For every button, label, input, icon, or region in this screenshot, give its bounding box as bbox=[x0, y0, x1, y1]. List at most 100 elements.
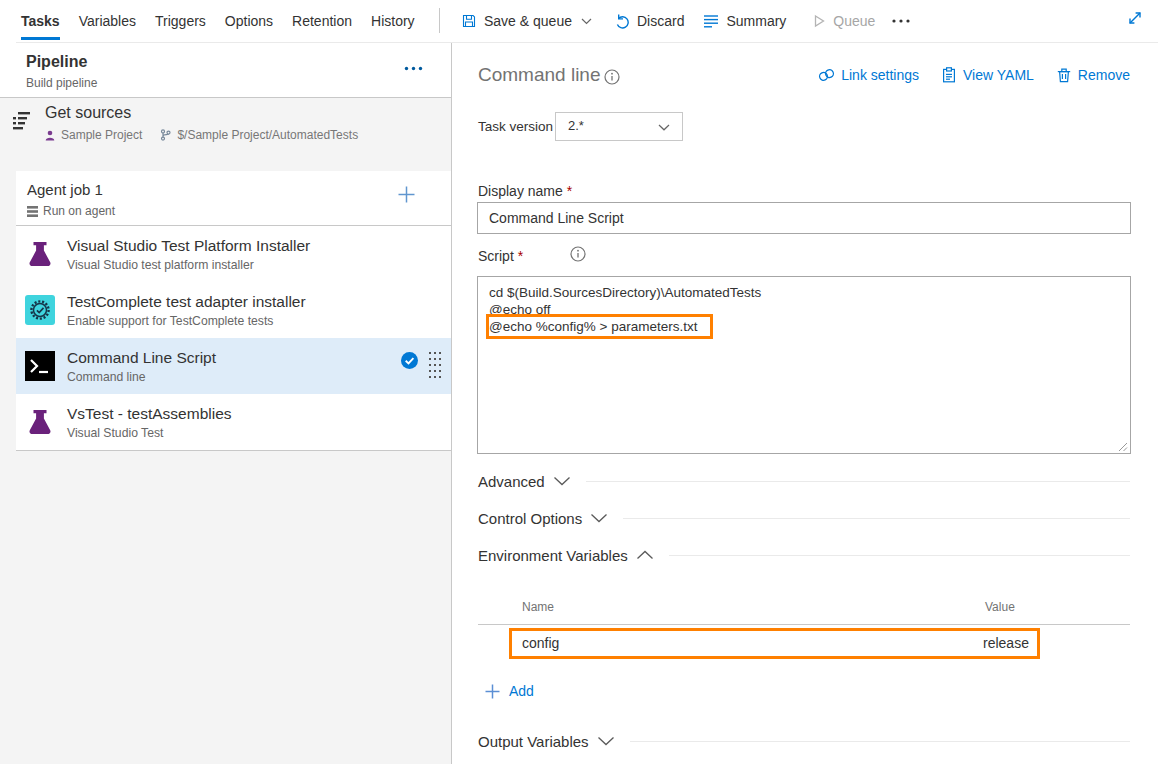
vs-test-flask-icon bbox=[25, 407, 55, 437]
get-sources-project: Sample Project bbox=[61, 128, 142, 142]
textarea-resize-handle[interactable] bbox=[1116, 440, 1128, 452]
tab-tasks-label: Tasks bbox=[21, 13, 60, 29]
agent-icon bbox=[27, 206, 38, 217]
dropdown-chevron-icon bbox=[658, 124, 670, 131]
undo-icon bbox=[614, 13, 630, 29]
display-name-input[interactable]: Command Line Script bbox=[477, 202, 1131, 234]
required-asterisk: * bbox=[518, 248, 523, 264]
toolbar-separator bbox=[439, 8, 440, 33]
env-variable-row-annotation: config release bbox=[509, 628, 1040, 659]
tab-tasks[interactable]: Tasks bbox=[21, 0, 60, 42]
get-sources-icon bbox=[12, 110, 32, 130]
drag-handle-icon[interactable] bbox=[429, 351, 441, 379]
link-settings-button[interactable]: Link settings bbox=[818, 67, 919, 83]
project-icon bbox=[45, 130, 55, 141]
save-queue-button[interactable]: Save & queue bbox=[461, 13, 592, 29]
task-title: VsTest - testAssemblies bbox=[67, 405, 232, 423]
get-sources-details: Sample Project $/Sample Project/Automate… bbox=[45, 128, 358, 142]
tab-variables-label: Variables bbox=[79, 13, 136, 29]
save-queue-chevron-icon bbox=[581, 18, 592, 25]
agent-job-header[interactable]: Agent job 1 Run on agent bbox=[16, 171, 451, 226]
more-actions-icon[interactable] bbox=[891, 18, 911, 24]
queue-button[interactable]: Queue bbox=[812, 13, 875, 29]
tab-variables[interactable]: Variables bbox=[79, 0, 136, 42]
required-asterisk: * bbox=[567, 183, 572, 199]
add-variable-label: Add bbox=[509, 683, 534, 699]
discard-button[interactable]: Discard bbox=[614, 13, 684, 29]
task-row-vstest-platform-installer[interactable]: Visual Studio Test Platform Installer Vi… bbox=[16, 226, 451, 282]
task-subtitle: Visual Studio test platform installer bbox=[67, 258, 254, 272]
task-settings-panel: Command line Link settings View YAML Rem… bbox=[452, 43, 1174, 764]
script-label-text: Script bbox=[478, 248, 514, 264]
task-row-testcomplete-adapter[interactable]: TestComplete test adapter installer Enab… bbox=[16, 282, 451, 338]
pipeline-header: Pipeline Build pipeline bbox=[0, 43, 451, 98]
add-variable-button[interactable]: Add bbox=[485, 683, 534, 699]
script-textarea[interactable]: cd $(Build.SourcesDirectory)\AutomatedTe… bbox=[477, 276, 1131, 454]
discard-label: Discard bbox=[637, 13, 684, 29]
summary-button[interactable]: Summary bbox=[703, 13, 786, 29]
task-row-command-line-script[interactable]: Command Line Script Command line bbox=[16, 338, 451, 394]
env-table-value-header: Value bbox=[985, 600, 1015, 614]
toolbar: Save & queue Discard Summary Queue bbox=[461, 0, 911, 42]
section-control-options[interactable]: Control Options bbox=[478, 504, 1130, 532]
task-subtitle: Enable support for TestComplete tests bbox=[67, 314, 273, 328]
tab-triggers-label: Triggers bbox=[155, 13, 206, 29]
save-icon bbox=[461, 13, 477, 29]
pipeline-more-icon[interactable] bbox=[404, 66, 423, 71]
task-subtitle: Command line bbox=[67, 370, 146, 384]
link-icon bbox=[818, 67, 835, 83]
section-control-options-label: Control Options bbox=[478, 510, 582, 527]
agent-job-card: Agent job 1 Run on agent Visual Studio T… bbox=[16, 171, 451, 451]
task-version-value: 2.* bbox=[568, 118, 584, 133]
fullscreen-expand-icon[interactable] bbox=[1127, 10, 1143, 26]
add-task-icon[interactable] bbox=[398, 186, 415, 203]
vs-test-flask-icon bbox=[25, 239, 55, 269]
script-line: cd $(Build.SourcesDirectory)\AutomatedTe… bbox=[489, 284, 1120, 301]
panel-actions: Link settings View YAML Remove bbox=[818, 67, 1130, 83]
plus-icon bbox=[485, 684, 500, 699]
script-highlight-annotation bbox=[486, 314, 713, 339]
env-table-name-header: Name bbox=[522, 600, 554, 614]
section-output-variables[interactable]: Output Variables bbox=[478, 727, 1130, 755]
chevron-down-icon bbox=[553, 476, 571, 486]
section-divider bbox=[669, 555, 1130, 556]
section-advanced[interactable]: Advanced bbox=[478, 467, 1130, 495]
task-row-vstest-assemblies[interactable]: VsTest - testAssemblies Visual Studio Te… bbox=[16, 394, 451, 450]
section-environment-variables[interactable]: Environment Variables bbox=[478, 541, 1130, 569]
tab-triggers[interactable]: Triggers bbox=[155, 0, 206, 42]
tab-history[interactable]: History bbox=[371, 0, 415, 42]
section-divider bbox=[630, 741, 1130, 742]
queue-label: Queue bbox=[833, 13, 875, 29]
tab-options[interactable]: Options bbox=[225, 0, 273, 42]
tab-retention[interactable]: Retention bbox=[292, 0, 352, 42]
task-version-dropdown[interactable]: 2.* bbox=[555, 112, 683, 141]
section-divider bbox=[586, 481, 1130, 482]
pipeline-title: Pipeline bbox=[26, 53, 87, 71]
get-sources-item[interactable]: Get sources Sample Project $/Sample Proj… bbox=[0, 98, 451, 170]
panel-title: Command line bbox=[478, 64, 601, 86]
remove-button[interactable]: Remove bbox=[1056, 67, 1130, 83]
tab-history-label: History bbox=[371, 13, 415, 29]
info-icon[interactable] bbox=[604, 69, 620, 85]
summary-label: Summary bbox=[726, 13, 786, 29]
branch-icon bbox=[160, 129, 171, 141]
task-title: Command Line Script bbox=[67, 349, 216, 367]
task-title: TestComplete test adapter installer bbox=[67, 293, 306, 311]
display-name-value: Command Line Script bbox=[489, 210, 624, 226]
script-info-icon[interactable] bbox=[570, 246, 586, 262]
save-queue-label: Save & queue bbox=[484, 13, 572, 29]
task-version-label: Task version bbox=[478, 119, 553, 134]
view-yaml-button[interactable]: View YAML bbox=[941, 67, 1034, 83]
task-enabled-check-icon[interactable] bbox=[401, 352, 418, 369]
display-name-label: Display name * bbox=[478, 183, 572, 199]
env-variable-name-input[interactable]: config bbox=[522, 635, 559, 651]
section-divider bbox=[623, 518, 1130, 519]
pipeline-tasks-panel: Pipeline Build pipeline Get sources Samp… bbox=[0, 43, 452, 764]
agent-job-subtitle: Run on agent bbox=[43, 204, 115, 218]
summary-list-icon bbox=[703, 13, 719, 29]
yaml-document-icon bbox=[941, 67, 957, 83]
env-variable-value-input[interactable]: release bbox=[983, 635, 1029, 651]
view-yaml-label: View YAML bbox=[963, 67, 1034, 83]
section-advanced-label: Advanced bbox=[478, 473, 545, 490]
play-icon bbox=[812, 14, 826, 28]
